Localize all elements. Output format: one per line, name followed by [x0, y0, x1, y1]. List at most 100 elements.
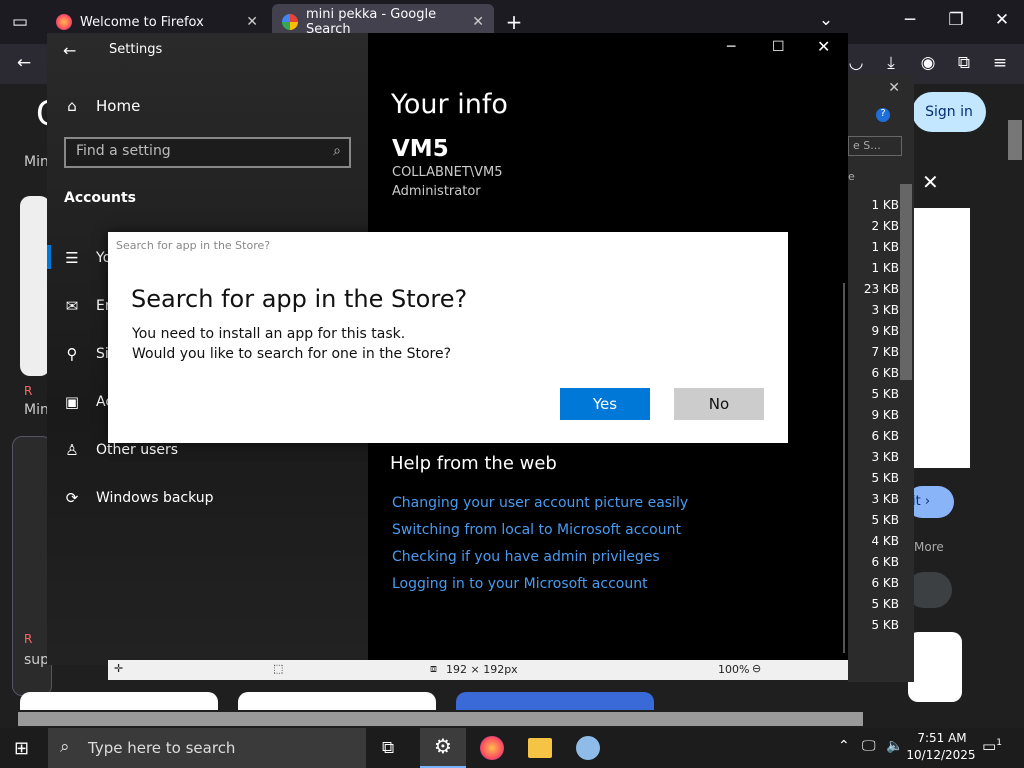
search-placeholder: Type here to search: [88, 739, 236, 757]
clock-date[interactable]: 10/12/2025: [906, 748, 976, 762]
scrollbar-thumb[interactable]: [900, 184, 912, 380]
close-tab-icon[interactable]: ✕: [246, 14, 258, 30]
image-card[interactable]: [914, 208, 970, 468]
section-heading: Accounts: [64, 190, 137, 206]
search-placeholder: Find a setting: [76, 143, 171, 159]
image-size-icon: ⧈: [430, 662, 437, 675]
file-size: 5 KB: [871, 513, 899, 527]
close-icon[interactable]: ✕: [990, 10, 1014, 30]
extensions-icon[interactable]: ⧉: [952, 53, 976, 73]
no-button[interactable]: No: [674, 388, 764, 420]
file-size: 6 KB: [871, 576, 899, 590]
domain-user: COLLABNET\VM5: [392, 165, 503, 180]
image-card[interactable]: [20, 196, 50, 376]
download-icon[interactable]: ⤓: [879, 53, 903, 73]
dialog-caption: Search for app in the Store?: [116, 239, 271, 252]
nav-windows-backup[interactable]: ⟳ Windows backup: [63, 489, 214, 507]
nav-sign-in[interactable]: ⚲ Si: [63, 345, 109, 363]
chevron-up-icon[interactable]: ⌃: [838, 738, 850, 754]
file-search-input[interactable]: e S...: [848, 136, 902, 156]
firefox-taskbar-icon[interactable]: [480, 736, 504, 760]
nav-your-info[interactable]: ☰ Yo: [63, 249, 111, 267]
notification-count: 1: [996, 738, 1002, 748]
text-fragment: Min: [24, 154, 49, 170]
back-icon[interactable]: ←: [63, 41, 76, 60]
more-link[interactable]: More: [914, 540, 944, 554]
maximize-icon[interactable]: ☐: [772, 39, 785, 55]
nav-label: Si: [96, 346, 109, 362]
image-card[interactable]: [908, 632, 962, 702]
dialog-message: Would you like to search for one in the …: [132, 346, 452, 362]
file-size: 3 KB: [871, 450, 899, 464]
close-tab-icon[interactable]: ✕: [472, 14, 484, 30]
selected-indicator: [47, 245, 51, 269]
move-icon: ✛: [114, 662, 124, 675]
file-size: 7 KB: [871, 345, 899, 359]
account-icon[interactable]: ◉: [916, 53, 940, 73]
file-size: 9 KB: [871, 408, 899, 422]
page-horizontal-scrollbar[interactable]: [0, 710, 1024, 728]
page-scrollbar-thumb[interactable]: [1008, 120, 1022, 160]
close-icon[interactable]: ✕: [922, 170, 939, 194]
task-view-icon[interactable]: ⧉: [382, 738, 394, 758]
file-size: 2 KB: [871, 219, 899, 233]
text-fragment: R: [24, 632, 33, 646]
person-add-icon: ♙: [65, 441, 79, 459]
tab-list-icon[interactable]: ▭: [8, 12, 32, 32]
key-icon: ⚲: [66, 345, 78, 363]
nav-label: Windows backup: [96, 490, 214, 506]
nav-other-users[interactable]: ♙ Other users: [63, 441, 178, 459]
nav-access[interactable]: ▣ Ac: [63, 393, 113, 411]
file-explorer-icon[interactable]: [528, 738, 552, 758]
file-size: 5 KB: [871, 387, 899, 401]
help-icon[interactable]: ?: [876, 108, 890, 122]
close-icon[interactable]: ✕: [848, 80, 914, 100]
back-icon[interactable]: ←: [12, 53, 36, 73]
paint-icon[interactable]: [576, 736, 600, 760]
taskbar-search[interactable]: ⌕ Type here to search: [48, 728, 366, 768]
page-title: Your info: [391, 89, 508, 120]
tab-title: Welcome to Firefox: [80, 14, 204, 30]
menu-icon[interactable]: ≡: [988, 53, 1012, 73]
sync-icon: ⟳: [65, 489, 79, 507]
user-name: VM5: [392, 136, 449, 162]
text-fragment: Min: [24, 402, 49, 418]
maximize-icon[interactable]: ❐: [944, 10, 968, 30]
file-size: 23 KB: [863, 282, 899, 296]
zoom-out-icon[interactable]: ⊖: [752, 662, 761, 675]
volume-muted-icon[interactable]: 🔈: [886, 738, 903, 754]
file-size: 4 KB: [871, 534, 899, 548]
yes-button[interactable]: Yes: [560, 388, 650, 420]
find-setting-input[interactable]: Find a setting ⌕: [64, 137, 351, 168]
column-header[interactable]: e: [848, 170, 855, 183]
nav-label: Other users: [96, 442, 179, 458]
zoom-level: 100%: [718, 663, 750, 676]
scrollbar-thumb[interactable]: [18, 712, 863, 726]
network-icon[interactable]: 🖵: [862, 738, 876, 754]
new-tab-button[interactable]: +: [502, 10, 526, 34]
minimize-icon[interactable]: ─: [727, 39, 735, 55]
store-dialog: Search for app in the Store? Search for …: [108, 232, 788, 443]
google-icon: [282, 14, 298, 30]
window-title: Settings: [109, 42, 163, 57]
nav-home[interactable]: ⌂ Home: [63, 97, 140, 115]
text-fragment: sup: [24, 652, 50, 668]
help-link[interactable]: Checking if you have admin privileges: [392, 549, 660, 565]
scrollbar[interactable]: [843, 283, 845, 653]
close-icon[interactable]: ✕: [817, 37, 830, 56]
help-link[interactable]: Switching from local to Microsoft accoun…: [392, 522, 681, 538]
help-link[interactable]: Changing your user account picture easil…: [392, 495, 688, 511]
clock-time[interactable]: 7:51 AM: [914, 731, 970, 745]
notifications-icon[interactable]: ▭1: [982, 737, 1002, 755]
search-icon: ⌕: [333, 143, 341, 159]
file-size: 6 KB: [871, 555, 899, 569]
text-fragment: R: [24, 384, 33, 398]
chevron-down-icon[interactable]: ⌄: [814, 10, 838, 30]
windows-start-icon[interactable]: ⊞: [14, 738, 29, 759]
settings-app-icon[interactable]: ⚙: [420, 728, 466, 768]
sign-in-button[interactable]: Sign in: [912, 92, 986, 132]
minimize-icon[interactable]: ─: [898, 10, 922, 30]
help-link[interactable]: Logging in to your Microsoft account: [392, 576, 648, 592]
home-icon: ⌂: [67, 97, 77, 115]
help-heading: Help from the web: [390, 453, 557, 474]
